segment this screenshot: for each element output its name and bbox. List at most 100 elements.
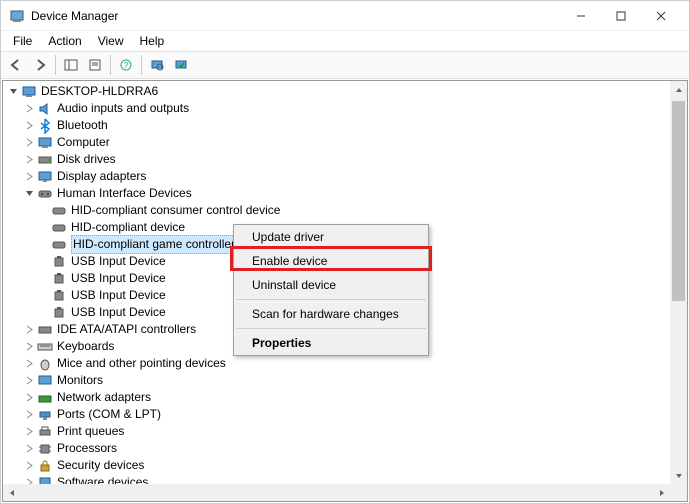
tree-label: USB Input Device — [71, 287, 166, 304]
tree-category-mice[interactable]: Mice and other pointing devices — [7, 355, 683, 372]
chevron-right-icon[interactable] — [23, 120, 35, 132]
port-icon — [37, 407, 53, 423]
usb-icon — [51, 254, 67, 270]
chevron-right-icon[interactable] — [23, 443, 35, 455]
keyboard-icon — [37, 339, 53, 355]
chevron-right-icon[interactable] — [23, 375, 35, 387]
tree-label: Print queues — [57, 423, 124, 440]
hid-icon — [37, 186, 53, 202]
monitor-icon — [37, 373, 53, 389]
tree-category-ports[interactable]: Ports (COM & LPT) — [7, 406, 683, 423]
hid-icon — [51, 237, 67, 253]
context-menu: Update driver Enable device Uninstall de… — [233, 224, 429, 356]
tree-category-disk[interactable]: Disk drives — [7, 151, 683, 168]
chevron-right-icon[interactable] — [23, 392, 35, 404]
ctx-update-driver[interactable]: Update driver — [234, 225, 428, 249]
chevron-right-icon[interactable] — [23, 341, 35, 353]
tree-root[interactable]: DESKTOP-HLDRRA6 — [7, 83, 683, 100]
chevron-right-icon[interactable] — [23, 103, 35, 115]
scan-hardware-button[interactable] — [146, 54, 168, 76]
scroll-down-icon[interactable] — [670, 467, 687, 484]
menu-action[interactable]: Action — [40, 32, 89, 50]
properties-button[interactable] — [84, 54, 106, 76]
close-button[interactable] — [641, 2, 681, 30]
toolbar-separator — [110, 55, 111, 75]
chevron-right-icon[interactable] — [23, 409, 35, 421]
window-title: Device Manager — [31, 9, 561, 23]
tree-label: Bluetooth — [57, 117, 108, 134]
tree-category-processors[interactable]: Processors — [7, 440, 683, 457]
chevron-right-icon[interactable] — [23, 171, 35, 183]
tree-category-display[interactable]: Display adapters — [7, 168, 683, 185]
tree-category-monitors[interactable]: Monitors — [7, 372, 683, 389]
chevron-down-icon[interactable] — [7, 86, 19, 98]
tree-label: USB Input Device — [71, 304, 166, 321]
tree-category-audio[interactable]: Audio inputs and outputs — [7, 100, 683, 117]
show-hide-tree-button[interactable] — [60, 54, 82, 76]
tree-label: HID-compliant device — [71, 219, 185, 236]
display-icon — [37, 169, 53, 185]
help-button[interactable]: ? — [115, 54, 137, 76]
tree-label: Security devices — [57, 457, 144, 474]
horizontal-scrollbar[interactable] — [3, 484, 670, 501]
title-bar: Device Manager — [1, 1, 689, 31]
context-menu-separator — [236, 328, 426, 329]
scroll-thumb[interactable] — [672, 101, 685, 301]
enable-device-button[interactable] — [170, 54, 192, 76]
back-button[interactable] — [5, 54, 27, 76]
scroll-corner — [670, 484, 687, 501]
tree-device[interactable]: HID-compliant consumer control device — [7, 202, 683, 219]
scroll-up-icon[interactable] — [670, 81, 687, 98]
network-icon — [37, 390, 53, 406]
security-icon — [37, 458, 53, 474]
ctx-uninstall-device[interactable]: Uninstall device — [234, 273, 428, 297]
tree-label: USB Input Device — [71, 253, 166, 270]
forward-button[interactable] — [29, 54, 51, 76]
chevron-right-icon[interactable] — [23, 426, 35, 438]
tree-label: Human Interface Devices — [57, 185, 192, 202]
chevron-right-icon[interactable] — [23, 137, 35, 149]
vertical-scrollbar[interactable] — [670, 81, 687, 484]
tree-label: Ports (COM & LPT) — [57, 406, 161, 423]
tree-label: Monitors — [57, 372, 103, 389]
tree-category-computer[interactable]: Computer — [7, 134, 683, 151]
printer-icon — [37, 424, 53, 440]
menu-view[interactable]: View — [90, 32, 132, 50]
chevron-down-icon[interactable] — [23, 188, 35, 200]
menu-file[interactable]: File — [5, 32, 40, 50]
menu-help[interactable]: Help — [132, 32, 173, 50]
tree-category-network[interactable]: Network adapters — [7, 389, 683, 406]
minimize-button[interactable] — [561, 2, 601, 30]
tree-label: HID-compliant game controller — [71, 235, 237, 254]
computer-icon — [37, 135, 53, 151]
tree-category-print[interactable]: Print queues — [7, 423, 683, 440]
tree-label: Mice and other pointing devices — [57, 355, 226, 372]
tree-category-security[interactable]: Security devices — [7, 457, 683, 474]
tree-category-hid[interactable]: Human Interface Devices — [7, 185, 683, 202]
tree-label: HID-compliant consumer control device — [71, 202, 280, 219]
tree-category-bluetooth[interactable]: Bluetooth — [7, 117, 683, 134]
ctx-enable-device[interactable]: Enable device — [234, 249, 428, 273]
toolbar: ? — [1, 51, 689, 79]
chevron-right-icon[interactable] — [23, 154, 35, 166]
chevron-right-icon[interactable] — [23, 358, 35, 370]
scroll-left-icon[interactable] — [3, 484, 20, 501]
tree-label: Processors — [57, 440, 117, 457]
ide-icon — [37, 322, 53, 338]
tree-label: Audio inputs and outputs — [57, 100, 189, 117]
ctx-scan-hardware[interactable]: Scan for hardware changes — [234, 302, 428, 326]
maximize-button[interactable] — [601, 2, 641, 30]
scroll-right-icon[interactable] — [653, 484, 670, 501]
tree-label: DESKTOP-HLDRRA6 — [41, 83, 158, 100]
context-menu-separator — [236, 299, 426, 300]
tree-label: Keyboards — [57, 338, 114, 355]
cpu-icon — [37, 441, 53, 457]
computer-icon — [21, 84, 37, 100]
chevron-right-icon[interactable] — [23, 324, 35, 336]
tree-label: Computer — [57, 134, 110, 151]
hid-icon — [51, 203, 67, 219]
toolbar-separator — [141, 55, 142, 75]
tree-label: Display adapters — [57, 168, 146, 185]
ctx-properties[interactable]: Properties — [234, 331, 428, 355]
chevron-right-icon[interactable] — [23, 460, 35, 472]
